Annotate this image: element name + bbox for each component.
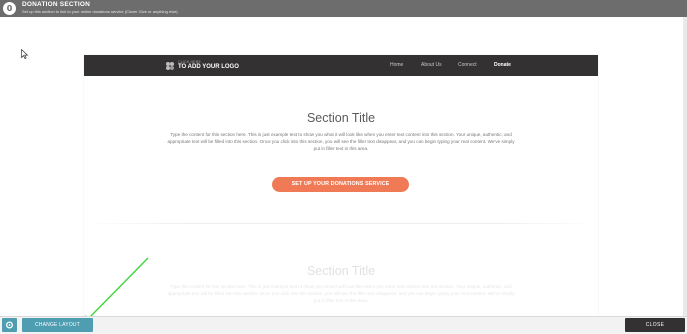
- section-heading: DONATION SECTION: [22, 1, 91, 8]
- change-layout-button[interactable]: CHANGE LAYOUT: [22, 318, 93, 332]
- nav-item-connect[interactable]: Connect: [458, 62, 477, 68]
- site-nav-bar: CLICK HERE TO ADD YOUR LOGO Home About U…: [84, 55, 598, 76]
- top-header-bar: 0 DONATION SECTION Set up this section t…: [0, 0, 687, 17]
- faded-overlay: [84, 225, 598, 317]
- gear-icon: [5, 321, 14, 329]
- section-body-text[interactable]: Type the content for this section here. …: [164, 131, 518, 153]
- bottom-toolbar: [0, 316, 687, 334]
- logo-placeholder-text[interactable]: TO ADD YOUR LOGO: [178, 64, 239, 70]
- donations-service-button[interactable]: SET UP YOUR DONATIONS SERVICE: [272, 177, 409, 192]
- nav-item-about-us[interactable]: About Us: [421, 62, 442, 68]
- nav-item-home[interactable]: Home: [390, 62, 403, 68]
- right-scroll-strip[interactable]: [683, 17, 687, 317]
- close-button[interactable]: CLOSE: [625, 318, 685, 332]
- website-preview: CLICK HERE TO ADD YOUR LOGO Home About U…: [84, 55, 598, 317]
- section-badge-icon: 0: [3, 2, 16, 15]
- clover-logo-icon[interactable]: [165, 61, 175, 71]
- section-description: Set up this section to link to your onli…: [22, 9, 178, 14]
- section-title[interactable]: Section Title: [84, 111, 598, 125]
- mouse-cursor-icon: [21, 49, 29, 59]
- settings-button[interactable]: [2, 318, 17, 332]
- nav-item-donate[interactable]: Donate: [494, 62, 511, 68]
- section-divider: [84, 223, 598, 224]
